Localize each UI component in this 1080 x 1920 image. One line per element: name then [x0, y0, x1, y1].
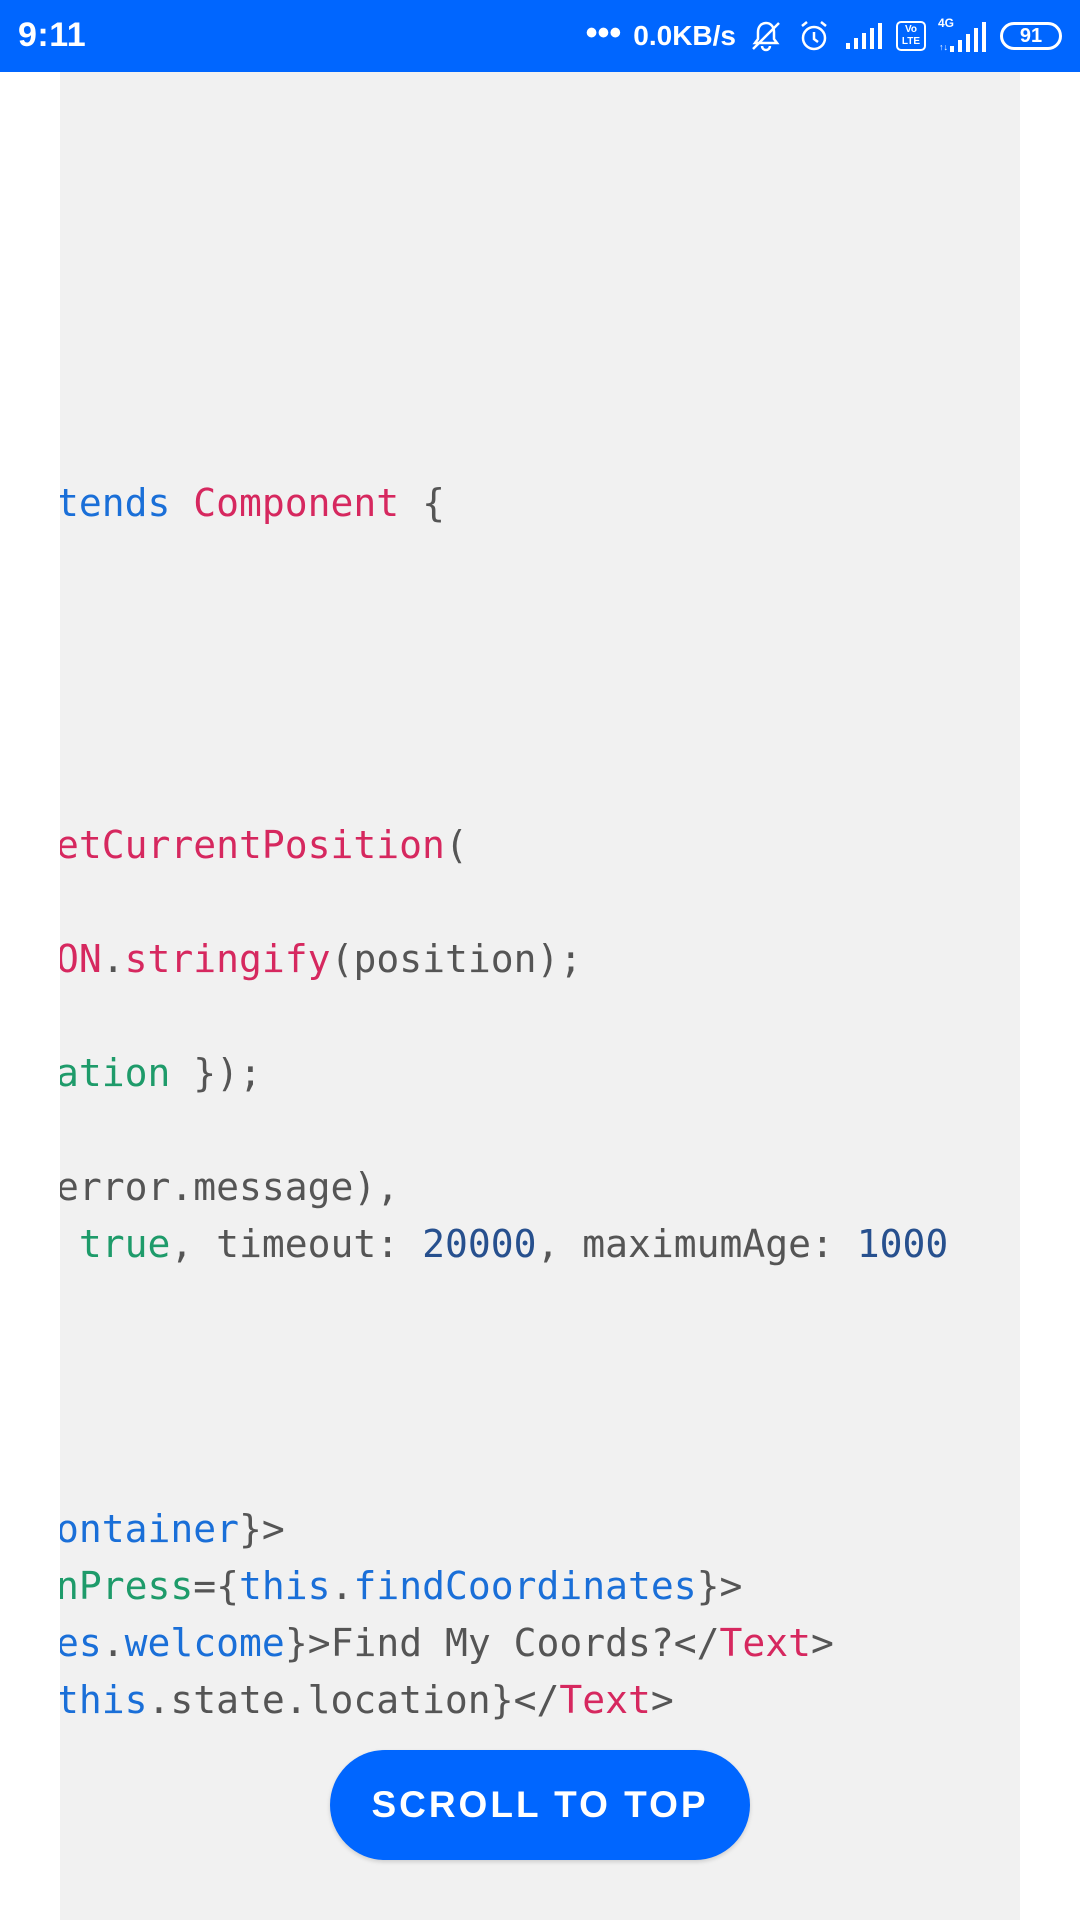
code-panel[interactable]: tends Component { etCurrentPosition( ON.… — [60, 72, 1020, 1920]
code-token: ontainer — [60, 1507, 240, 1551]
bell-muted-icon — [748, 18, 784, 54]
code-line: es.welcome}>Find My Coords?</Text> — [60, 1618, 834, 1668]
code-token: . — [101, 937, 125, 981]
scroll-to-top-label: SCROLL TO TOP — [371, 1784, 709, 1825]
code-token: }); — [170, 1051, 262, 1095]
code-token: nPress — [60, 1564, 194, 1608]
code-token: Text — [719, 1621, 812, 1665]
code-line: error.message), — [60, 1162, 399, 1212]
code-token: this — [239, 1564, 331, 1608]
code-line: true, timeout: 20000, maximumAge: 1000 — [60, 1219, 948, 1269]
status-time: 9:11 — [18, 16, 87, 54]
battery-icon: 91 — [1000, 22, 1062, 50]
code-line: tends Component { — [60, 478, 445, 528]
code-token: > — [650, 1678, 674, 1722]
signal-4g-icon: 4G ↑↓ — [938, 16, 988, 54]
code-line: nPress={this.findCoordinates}> — [60, 1561, 742, 1611]
code-token: welcome — [124, 1621, 285, 1665]
code-line: etCurrentPosition( — [60, 820, 468, 870]
code-token: etCurrentPosition — [60, 823, 445, 867]
code-token: ation — [60, 1051, 171, 1095]
volte-label-top: Vo — [904, 24, 918, 35]
code-token: }>Find My Coords?</ — [284, 1621, 720, 1665]
code-token: > — [811, 1621, 834, 1665]
code-token: Component — [193, 481, 400, 525]
battery-level: 91 — [1019, 24, 1043, 47]
code-token: true — [78, 1222, 171, 1266]
code-block: tends Component { etCurrentPosition( ON.… — [60, 72, 1020, 1920]
code-line: this.state.location}</Text> — [60, 1675, 674, 1725]
code-line: ontainer}> — [60, 1504, 285, 1554]
status-icons: ••• 0.0KB/s Vo LTE 4G ↑↓ 91 — [586, 14, 1062, 58]
status-bar: 9:11 ••• 0.0KB/s Vo LTE 4G ↑↓ 91 — [0, 0, 1080, 72]
code-token: . — [101, 1621, 125, 1665]
code-token: (position); — [330, 937, 583, 981]
code-token: 1000 — [856, 1222, 949, 1266]
more-dots-icon: ••• — [585, 14, 622, 52]
scroll-to-top-button[interactable]: SCROLL TO TOP — [330, 1750, 750, 1860]
code-token: ( — [444, 823, 468, 867]
code-token: Text — [559, 1678, 651, 1722]
code-token: , timeout: — [170, 1222, 423, 1266]
code-line: ation }); — [60, 1048, 262, 1098]
code-token: . — [330, 1564, 354, 1608]
svg-text:↑↓: ↑↓ — [939, 42, 948, 52]
signal-icon — [844, 21, 884, 51]
code-token: }> — [696, 1564, 743, 1608]
volte-label-bottom: LTE — [901, 36, 921, 47]
code-token: es — [60, 1621, 102, 1665]
alarm-icon — [796, 18, 832, 54]
code-line: ON.stringify(position); — [60, 934, 582, 984]
code-token: ={ — [193, 1564, 240, 1608]
code-token: 20000 — [422, 1222, 537, 1266]
code-token: findCoordinates — [353, 1564, 697, 1608]
code-token: , maximumAge: — [536, 1222, 857, 1266]
code-token: stringify — [124, 937, 331, 981]
code-token: { — [399, 481, 445, 525]
code-token: cation}</ — [353, 1678, 560, 1722]
code-token: ON — [60, 937, 102, 981]
code-token: this — [60, 1678, 148, 1722]
code-token: .state.lo — [147, 1678, 354, 1722]
volte-icon: Vo LTE — [896, 21, 926, 51]
code-token: }> — [239, 1507, 285, 1551]
code-token: error.message), — [60, 1165, 400, 1209]
network-speed: 0.0KB/s — [633, 20, 736, 51]
code-token: tends — [60, 481, 194, 525]
